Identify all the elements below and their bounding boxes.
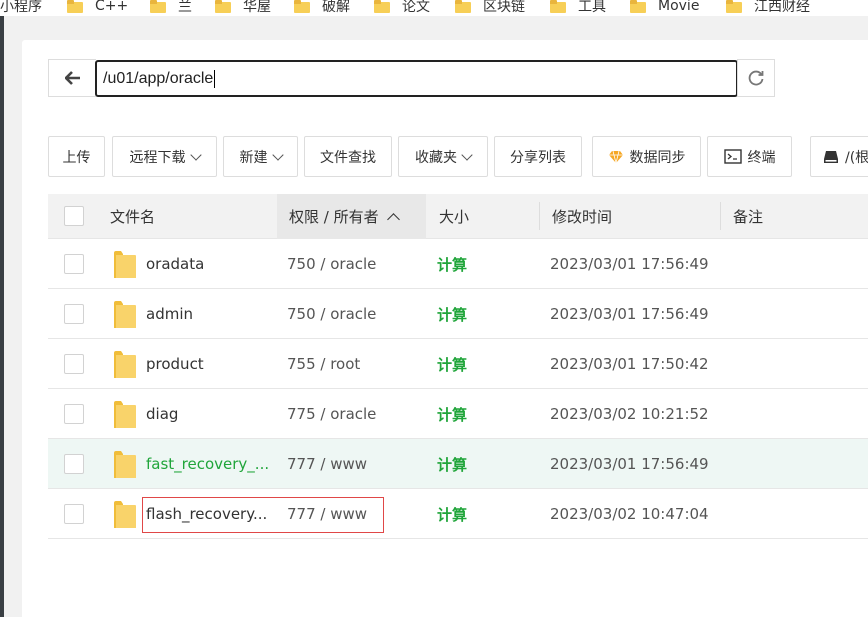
table-row[interactable]: admin 750 / oracle 计算 2023/03/01 17:56:4… [48, 289, 868, 339]
folder-icon [114, 501, 136, 528]
back-button[interactable] [48, 59, 96, 97]
file-name[interactable]: fast_recovery_... [146, 439, 269, 489]
folder-icon [114, 451, 136, 478]
share-list-button[interactable]: 分享列表 [494, 136, 582, 177]
table-header: 文件名 权限 / 所有者 大小 修改时间 备注 [48, 194, 868, 239]
bookmark-huawu[interactable]: 华屋 [215, 0, 271, 16]
file-mtime: 2023/03/01 17:50:42 [550, 355, 709, 373]
folder-icon [114, 401, 136, 428]
upload-button[interactable]: 上传 [48, 136, 105, 177]
data-sync-button[interactable]: 数据同步 [592, 136, 701, 177]
folder-icon [150, 0, 166, 13]
bookmark-papers[interactable]: 论文 [374, 0, 430, 16]
bookmark-blockchain[interactable]: 区块链 [455, 0, 525, 16]
folder-icon [374, 0, 390, 13]
terminal-button[interactable]: 终端 [707, 136, 792, 177]
file-perm[interactable]: 750 / oracle [287, 289, 376, 339]
folder-icon [455, 0, 471, 13]
folder-icon [294, 0, 310, 13]
column-header-size[interactable]: 大小 [439, 194, 469, 239]
path-input[interactable]: /u01/app/oracle [95, 60, 738, 97]
file-mtime: 2023/03/01 17:56:49 [550, 455, 709, 473]
root-disk-button[interactable]: /(根 [810, 136, 868, 177]
table-row[interactable]: product 755 / root 计算 2023/03/01 17:50:4… [48, 339, 868, 389]
file-name[interactable]: admin [146, 289, 193, 339]
folder-icon [114, 251, 136, 278]
row-checkbox[interactable] [64, 304, 84, 324]
file-mtime: 2023/03/02 10:47:04 [550, 505, 709, 523]
file-perm[interactable]: 755 / root [287, 339, 360, 389]
bookmark-jxufe[interactable]: 江西财经 [726, 0, 810, 16]
folder-icon [726, 0, 742, 13]
calc-size-link[interactable]: 计算 [437, 289, 467, 339]
file-name[interactable]: product [146, 339, 204, 389]
folder-icon [215, 0, 231, 13]
folder-icon [114, 351, 136, 378]
calc-size-link[interactable]: 计算 [437, 439, 467, 489]
row-checkbox[interactable] [64, 504, 84, 524]
select-all-checkbox[interactable] [64, 206, 84, 226]
bookmarks-bar: 小程序 C++ 兰 华屋 破解 论文 区块链 工具 Movie 江西财经 [0, 0, 868, 16]
arrow-left-icon [64, 71, 80, 85]
calc-size-link[interactable]: 计算 [437, 339, 467, 389]
folder-icon [114, 301, 136, 328]
file-perm[interactable]: 775 / oracle [287, 389, 376, 439]
row-checkbox[interactable] [64, 354, 84, 374]
row-checkbox[interactable] [64, 254, 84, 274]
file-name[interactable]: oradata [146, 239, 204, 289]
chevron-down-icon [461, 148, 473, 161]
refresh-icon [748, 70, 764, 86]
file-perm[interactable]: 750 / oracle [287, 239, 376, 289]
new-button[interactable]: 新建 [223, 136, 298, 177]
column-header-perm[interactable]: 权限 / 所有者 [289, 194, 400, 239]
folder-icon [67, 0, 83, 13]
table-row[interactable]: oradata 750 / oracle 计算 2023/03/01 17:56… [48, 239, 868, 289]
bookmark-mini-program[interactable]: 小程序 [0, 0, 42, 16]
sort-ascending-icon [386, 213, 400, 226]
diamond-icon [608, 150, 624, 164]
remote-download-button[interactable]: 远程下载 [112, 136, 217, 177]
chevron-down-icon [189, 148, 202, 161]
disk-icon [823, 150, 839, 164]
column-header-note[interactable]: 备注 [733, 194, 763, 239]
bookmark-movie[interactable]: Movie [630, 0, 699, 16]
file-mtime: 2023/03/02 10:21:52 [550, 405, 709, 423]
column-header-mtime[interactable]: 修改时间 [552, 194, 612, 239]
bookmark-crack[interactable]: 破解 [294, 0, 350, 16]
folder-icon [550, 0, 566, 13]
chevron-down-icon [271, 148, 284, 161]
bookmark-tools[interactable]: 工具 [550, 0, 606, 16]
file-search-button[interactable]: 文件查找 [304, 136, 392, 177]
file-name[interactable]: diag [146, 389, 178, 439]
column-divider [720, 202, 721, 230]
column-divider [539, 202, 540, 230]
text-caret [214, 69, 216, 88]
file-mtime: 2023/03/01 17:56:49 [550, 255, 709, 273]
row-checkbox[interactable] [64, 404, 84, 424]
bookmark-lan[interactable]: 兰 [150, 0, 192, 16]
column-header-name[interactable]: 文件名 [110, 194, 155, 239]
table-row[interactable]: fast_recovery_... 777 / www 计算 2023/03/0… [48, 439, 868, 489]
calc-size-link[interactable]: 计算 [437, 489, 467, 539]
calc-size-link[interactable]: 计算 [437, 239, 467, 289]
left-sidebar-edge [0, 16, 4, 617]
row-checkbox[interactable] [64, 454, 84, 474]
folder-icon [630, 0, 646, 13]
refresh-button[interactable] [737, 59, 775, 97]
calc-size-link[interactable]: 计算 [437, 389, 467, 439]
favorites-button[interactable]: 收藏夹 [398, 136, 488, 177]
terminal-icon [723, 149, 742, 164]
file-mtime: 2023/03/01 17:56:49 [550, 305, 709, 323]
annotation-highlight-box [142, 497, 384, 533]
bookmark-cpp[interactable]: C++ [67, 0, 128, 16]
table-row[interactable]: diag 775 / oracle 计算 2023/03/02 10:21:52 [48, 389, 868, 439]
file-perm[interactable]: 777 / www [287, 439, 367, 489]
